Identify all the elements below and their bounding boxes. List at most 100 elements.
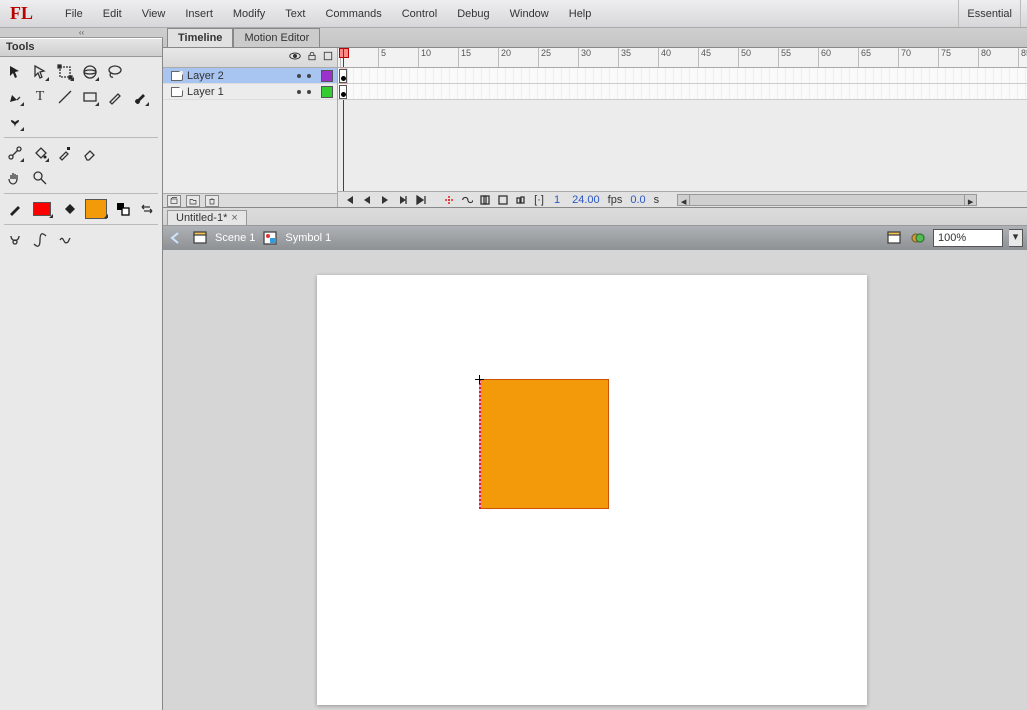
swap-colors-button[interactable] — [137, 198, 158, 220]
document-tab[interactable]: Untitled-1* × — [167, 210, 247, 225]
breadcrumb-scene[interactable]: Scene 1 — [215, 232, 255, 244]
close-document-button[interactable]: × — [231, 212, 237, 224]
black-white-swatch[interactable] — [113, 198, 134, 220]
pencil-tool[interactable] — [104, 86, 126, 108]
layer-row-layer1[interactable]: Layer 1 — [163, 84, 337, 100]
menu-commands[interactable]: Commands — [315, 4, 391, 24]
frames-column: 1510152025303540455055606570758085 — [338, 48, 1027, 207]
eye-icon[interactable] — [289, 50, 301, 65]
tools-panel-title: Tools — [0, 38, 162, 57]
onion-skin-outlines-button[interactable] — [496, 194, 510, 206]
new-layer-button[interactable] — [167, 195, 181, 207]
smooth-option-button[interactable] — [29, 229, 51, 251]
menu-modify[interactable]: Modify — [223, 4, 275, 24]
frames-row-layer2[interactable] — [338, 68, 1027, 84]
snap-to-objects-button[interactable] — [4, 229, 26, 251]
stage-canvas[interactable] — [317, 275, 867, 705]
stroke-color-button[interactable] — [4, 198, 25, 220]
timeline-hscrollbar[interactable]: ◂ ▸ — [677, 194, 977, 206]
shape-selected-edge — [479, 379, 481, 509]
menu-file[interactable]: File — [55, 4, 93, 24]
brush-tool[interactable] — [129, 86, 151, 108]
hand-tool[interactable] — [4, 167, 26, 189]
zoom-input[interactable]: 100% — [933, 229, 1003, 247]
layer-color-swatch[interactable] — [321, 70, 333, 82]
bone-tool[interactable] — [4, 142, 26, 164]
menu-control[interactable]: Control — [392, 4, 447, 24]
layer-column-header — [163, 48, 337, 68]
selection-tool[interactable] — [4, 61, 26, 83]
layer-row-layer2[interactable]: Layer 2 — [163, 68, 337, 84]
eraser-tool[interactable] — [79, 142, 101, 164]
onion-markers-button[interactable]: [·] — [532, 194, 546, 206]
current-frame-value[interactable]: 1 — [550, 194, 564, 206]
prev-frame-button[interactable] — [360, 194, 374, 206]
lock-icon[interactable] — [307, 50, 317, 65]
straighten-option-button[interactable] — [54, 229, 76, 251]
menu-help[interactable]: Help — [559, 4, 602, 24]
back-button[interactable] — [167, 229, 185, 247]
breadcrumb-symbol[interactable]: Symbol 1 — [285, 232, 331, 244]
layer-name: Layer 1 — [187, 86, 224, 98]
edit-scene-button[interactable] — [885, 229, 903, 247]
scene-icon — [191, 229, 209, 247]
menu-edit[interactable]: Edit — [93, 4, 132, 24]
rectangle-tool[interactable] — [79, 86, 101, 108]
tab-timeline[interactable]: Timeline — [167, 28, 233, 47]
menu-view[interactable]: View — [132, 4, 176, 24]
eyedropper-tool[interactable] — [54, 142, 76, 164]
scroll-left-button[interactable]: ◂ — [678, 195, 690, 205]
edit-multiple-frames-button[interactable] — [514, 194, 528, 206]
frames-row-layer1[interactable] — [338, 84, 1027, 100]
menu-debug[interactable]: Debug — [447, 4, 499, 24]
lasso-tool[interactable] — [104, 61, 126, 83]
edit-bar: Scene 1 Symbol 1 100% ▾ — [163, 226, 1027, 250]
timeline-ruler[interactable]: 1510152025303540455055606570758085 — [338, 48, 1027, 68]
fill-swatch[interactable] — [83, 198, 110, 220]
center-frame-button[interactable] — [442, 194, 456, 206]
loop-button[interactable] — [460, 194, 474, 206]
last-frame-button[interactable] — [414, 194, 428, 206]
text-tool[interactable]: T — [29, 86, 51, 108]
timeline-panel: Layer 2 Layer 1 151015202530354045505560… — [163, 48, 1027, 208]
deco-tool[interactable] — [4, 111, 26, 133]
menu-insert[interactable]: Insert — [175, 4, 223, 24]
work-area: Timeline Motion Editor Layer 2 Layer 1 — [163, 28, 1027, 710]
menu-window[interactable]: Window — [500, 4, 559, 24]
outline-icon[interactable] — [323, 51, 333, 64]
layer-name: Layer 2 — [187, 70, 224, 82]
playhead-handle[interactable] — [339, 48, 349, 58]
fps-label: fps — [608, 194, 623, 206]
menu-text[interactable]: Text — [275, 4, 315, 24]
first-frame-button[interactable] — [342, 194, 356, 206]
elapsed-time-value[interactable]: 0.0 — [626, 194, 649, 206]
layer-color-swatch[interactable] — [321, 86, 333, 98]
fps-value[interactable]: 24.00 — [568, 194, 604, 206]
paint-bucket-tool[interactable] — [29, 142, 51, 164]
3d-rotation-tool[interactable] — [79, 61, 101, 83]
subselection-tool[interactable] — [29, 61, 51, 83]
time-label: s — [654, 194, 660, 206]
pen-tool[interactable] — [4, 86, 26, 108]
zoom-dropdown-button[interactable]: ▾ — [1009, 229, 1023, 247]
delete-layer-button[interactable] — [205, 195, 219, 207]
play-button[interactable] — [378, 194, 392, 206]
workspace-switcher[interactable]: Essential — [958, 0, 1021, 27]
tools-collapse-handle[interactable]: ‹‹ — [0, 28, 163, 38]
rectangle-shape[interactable] — [479, 379, 609, 509]
stroke-swatch[interactable] — [28, 198, 55, 220]
fill-color-button[interactable] — [58, 198, 79, 220]
free-transform-tool[interactable] — [54, 61, 76, 83]
onion-skin-button[interactable] — [478, 194, 492, 206]
layer-icon — [171, 87, 183, 97]
next-frame-button[interactable] — [396, 194, 410, 206]
edit-symbols-button[interactable] — [909, 229, 927, 247]
stage-area[interactable] — [163, 250, 1027, 710]
line-tool[interactable] — [54, 86, 76, 108]
timeline-panel-tabs: Timeline Motion Editor — [163, 28, 1027, 48]
zoom-tool[interactable] — [29, 167, 51, 189]
new-folder-button[interactable] — [186, 195, 200, 207]
scroll-right-button[interactable]: ▸ — [964, 195, 976, 205]
tab-motion-editor[interactable]: Motion Editor — [233, 28, 320, 47]
timeline-footer: [·] 1 24.00 fps 0.0 s ◂ ▸ — [338, 191, 1027, 207]
